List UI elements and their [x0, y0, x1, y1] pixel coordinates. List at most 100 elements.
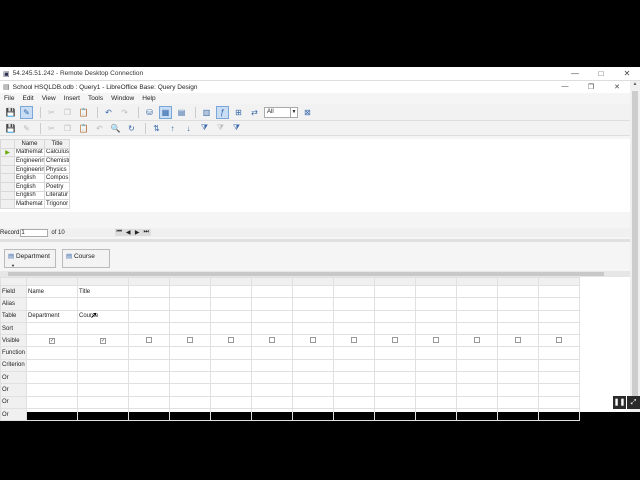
visible-checkbox[interactable] — [433, 336, 440, 343]
column-selector[interactable] — [333, 277, 376, 286]
or-cell[interactable] — [292, 383, 335, 397]
or-cell[interactable] — [26, 383, 79, 397]
column-selector[interactable] — [456, 277, 499, 286]
sort-icon[interactable]: ⇅ — [150, 122, 163, 135]
column-selector[interactable] — [497, 277, 540, 286]
sort-cell[interactable] — [538, 321, 581, 336]
criterion-cell[interactable] — [538, 358, 581, 373]
save-icon[interactable]: 💾 — [4, 106, 17, 119]
or-cell[interactable] — [169, 395, 212, 409]
sort-cell[interactable] — [26, 321, 79, 336]
or-cell[interactable] — [456, 395, 499, 409]
sort-cell[interactable] — [169, 321, 212, 336]
cell[interactable]: Engineerin — [14, 156, 45, 166]
function-cell[interactable] — [292, 346, 335, 360]
table-cell[interactable] — [169, 309, 212, 323]
sort-cell[interactable] — [251, 321, 294, 336]
function-cell[interactable] — [415, 346, 458, 360]
cut-icon[interactable]: ✂ — [45, 106, 58, 119]
visible-checkbox[interactable] — [392, 336, 399, 343]
alias-cell[interactable] — [26, 297, 79, 311]
field-cell[interactable] — [456, 284, 499, 299]
scrollbar-thumb[interactable] — [8, 272, 604, 276]
function-cell[interactable] — [128, 346, 171, 360]
row-selector[interactable] — [0, 173, 15, 183]
sort-ascending-icon[interactable]: ↑ — [166, 122, 179, 135]
column-header-name[interactable]: Name — [14, 139, 45, 149]
cell[interactable]: Calculus — [44, 147, 70, 158]
scroll-up-icon[interactable]: ▲ — [630, 81, 640, 89]
cut-icon[interactable]: ✂ — [45, 122, 58, 135]
table-cell[interactable] — [251, 309, 294, 323]
save-record-icon[interactable]: 💾 — [4, 122, 17, 135]
rdp-minimize-button[interactable]: — — [562, 69, 588, 78]
or-cell[interactable] — [169, 407, 212, 422]
table-cell[interactable] — [210, 309, 253, 323]
or-cell[interactable] — [415, 407, 458, 422]
run-query-icon[interactable]: ⛁ — [143, 106, 156, 119]
cell[interactable]: Trigonor — [44, 199, 70, 209]
table-window-department[interactable]: ▤ Department ▼ — [4, 249, 56, 268]
or-cell[interactable] — [374, 371, 417, 385]
field-cell[interactable]: Name — [26, 284, 79, 299]
menu-file[interactable]: File — [4, 95, 14, 102]
limit-select[interactable]: All ▼ — [264, 106, 298, 118]
criterion-cell[interactable] — [374, 358, 417, 373]
standard-filter-icon[interactable]: ⧩ — [230, 122, 243, 135]
paste-icon[interactable]: 📋 — [77, 106, 90, 119]
next-record-icon[interactable]: ▶ — [133, 229, 142, 236]
alias-cell[interactable] — [538, 297, 581, 311]
column-selector[interactable] — [374, 277, 417, 286]
table-cell[interactable] — [128, 309, 171, 323]
field-cell[interactable] — [210, 284, 253, 299]
menu-help[interactable]: Help — [142, 95, 155, 102]
record-number-input[interactable]: 1 — [20, 228, 49, 237]
table-row[interactable]: English Poetry — [0, 181, 70, 192]
criterion-cell[interactable] — [251, 358, 294, 373]
or-cell[interactable] — [333, 407, 376, 422]
undo-icon[interactable]: ↶ — [93, 122, 106, 135]
field-cell[interactable] — [169, 284, 212, 299]
visible-checkbox[interactable] — [474, 336, 481, 343]
sort-cell[interactable] — [292, 321, 335, 336]
or-cell[interactable] — [169, 383, 212, 397]
row-selector[interactable] — [0, 190, 15, 201]
or-cell[interactable] — [169, 371, 212, 385]
or-cell[interactable] — [538, 383, 581, 397]
or-cell[interactable] — [292, 407, 335, 422]
or-cell[interactable] — [251, 407, 294, 422]
criterion-cell[interactable] — [456, 358, 499, 373]
alias-cell[interactable] — [251, 297, 294, 311]
criterion-cell[interactable] — [333, 358, 376, 373]
table-cell[interactable] — [538, 309, 581, 323]
column-selector[interactable] — [26, 277, 79, 286]
or-cell[interactable] — [538, 395, 581, 409]
sort-descending-icon[interactable]: ↓ — [182, 122, 195, 135]
chevron-down-icon[interactable]: ▼ — [7, 263, 19, 268]
or-cell[interactable] — [77, 371, 130, 385]
current-row-indicator[interactable]: ▶ — [0, 147, 15, 158]
table-row[interactable]: English Compos — [0, 173, 70, 183]
alias-cell[interactable] — [77, 297, 130, 311]
function-cell[interactable] — [210, 346, 253, 360]
or-cell[interactable] — [128, 395, 171, 409]
first-record-icon[interactable]: ⏮ — [115, 229, 124, 236]
table-cell[interactable] — [415, 309, 458, 323]
column-selector[interactable] — [210, 277, 253, 286]
or-cell[interactable] — [333, 395, 376, 409]
table-cell[interactable] — [456, 309, 499, 323]
or-cell[interactable] — [210, 383, 253, 397]
table-row[interactable]: Engineerin Chemistr — [0, 156, 70, 166]
field-cell[interactable] — [415, 284, 458, 299]
cell[interactable]: Mathemat — [14, 147, 45, 158]
criterion-cell[interactable] — [128, 358, 171, 373]
sort-cell[interactable] — [497, 321, 540, 336]
copy-icon[interactable]: ❐ — [61, 106, 74, 119]
paste-icon[interactable]: 📋 — [77, 122, 90, 135]
criterion-cell[interactable] — [26, 358, 79, 373]
cell[interactable]: Literatur — [44, 190, 70, 201]
menu-tools[interactable]: Tools — [88, 95, 103, 102]
or-cell[interactable] — [333, 371, 376, 385]
pause-icon[interactable]: ❚❚ — [613, 396, 626, 409]
or-cell[interactable] — [292, 371, 335, 385]
